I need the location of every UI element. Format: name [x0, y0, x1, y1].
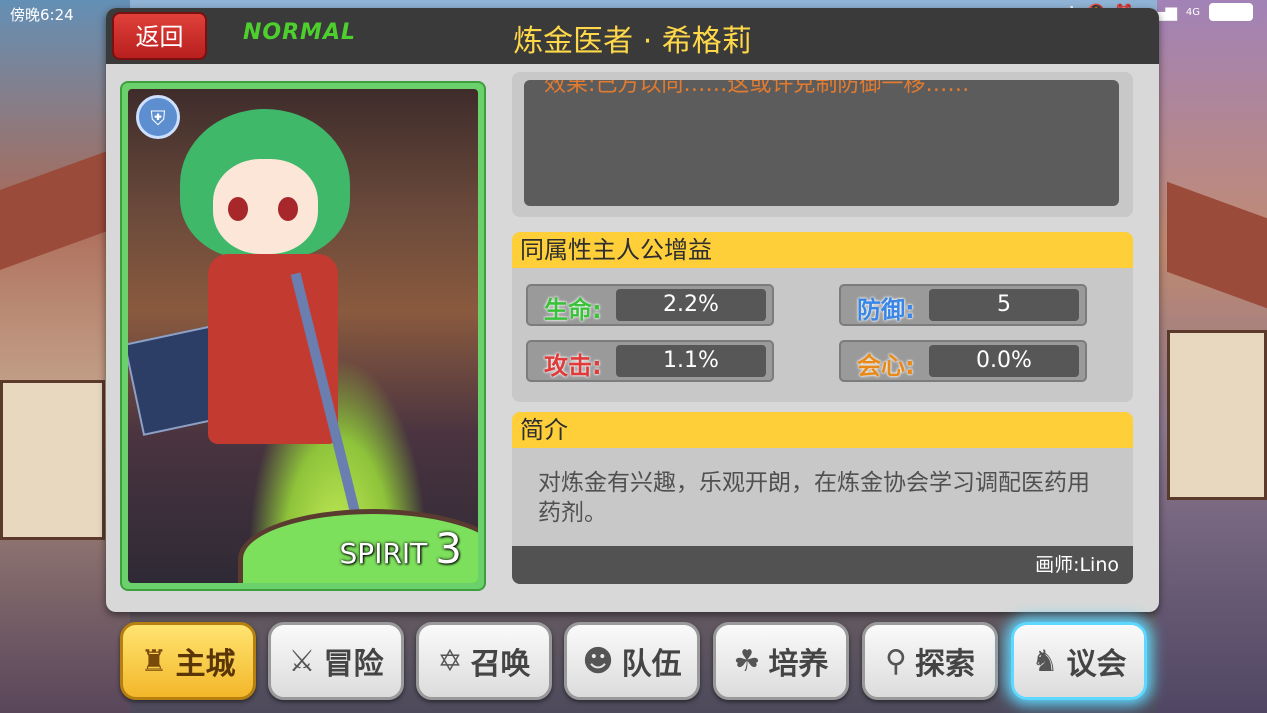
castle-icon: ♜: [140, 643, 168, 679]
nav-main-city[interactable]: ♜ 主城: [120, 622, 256, 700]
hexagram-icon: ✡: [437, 643, 463, 679]
intro-heading: 简介: [512, 412, 1133, 448]
explore-icon: ⚲: [885, 643, 907, 679]
nav-training[interactable]: ☘ 培养: [713, 622, 849, 700]
roof: [0, 149, 110, 271]
bonus-heading: 同属性主人公增益: [512, 232, 1133, 268]
intro-text: 对炼金有兴趣，乐观开朗，在炼金协会学习调配医药用药剂。: [538, 470, 1090, 526]
artist-credit: 画师:Lino: [512, 546, 1133, 584]
shield-icon: ⛨: [136, 95, 180, 139]
status-time: 傍晚6:24: [10, 6, 74, 24]
stat-hp: 生命: 2.2%: [526, 284, 774, 326]
background-town-right: [1157, 0, 1267, 713]
stat-defense-value: 5: [929, 289, 1079, 321]
team-icon: ☻: [582, 643, 614, 679]
nav-label: 队伍: [621, 647, 682, 682]
nav-label: 召唤: [470, 647, 531, 682]
stat-crit-value: 0.0%: [929, 345, 1079, 377]
nav-summon[interactable]: ✡ 召唤: [416, 622, 552, 700]
battery-icon: [1209, 3, 1253, 21]
skill-text: 效果:己方以同……这或许克制防御一移……: [544, 80, 970, 97]
stat-attack-value: 1.1%: [616, 345, 766, 377]
intro-section: 简介 对炼金有兴趣，乐观开朗，在炼金协会学习调配医药用药剂。 画师:Lino: [512, 412, 1133, 584]
card-type-label: SPIRIT: [339, 537, 428, 570]
stat-hp-value: 2.2%: [616, 289, 766, 321]
back-button[interactable]: 返回: [112, 12, 207, 60]
nav-council[interactable]: ♞ 议会: [1011, 622, 1147, 700]
card-rank: 3: [435, 524, 462, 573]
nav-adventure[interactable]: ⚔ 冒险: [268, 622, 404, 700]
character-detail-panel: 炼金医者 · 希格莉 返回 NORMAL ⛨ SPIRIT 3 效果:己方以同………: [106, 8, 1159, 612]
stat-crit: 会心: 0.0%: [839, 340, 1087, 382]
stat-defense: 防御: 5: [839, 284, 1087, 326]
nav-label: 培养: [768, 647, 829, 682]
nav-label: 议会: [1066, 647, 1127, 682]
attribute-bonus-section: 同属性主人公增益 生命: 2.2% 防御: 5 攻击: 1.1% 会心: 0.0…: [512, 232, 1133, 402]
character-eye: [228, 197, 248, 221]
skill-text-area[interactable]: 效果:己方以同……这或许克制防御一移……: [524, 80, 1119, 206]
character-card[interactable]: ⛨ SPIRIT 3: [120, 81, 486, 591]
training-icon: ☘: [733, 643, 761, 679]
roof: [1167, 181, 1267, 309]
network-type: 4G: [1185, 6, 1200, 18]
nav-label: 冒险: [323, 647, 384, 682]
stat-attack: 攻击: 1.1%: [526, 340, 774, 382]
nav-label: 探索: [914, 647, 975, 682]
card-type-rank: SPIRIT 3: [340, 524, 462, 573]
character-illustration: ⛨ SPIRIT 3: [128, 89, 478, 583]
skill-description-box[interactable]: 效果:己方以同……这或许克制防御一移……: [512, 72, 1133, 217]
stat-attack-label: 攻击:: [544, 352, 602, 380]
difficulty-mode-label: NORMAL: [243, 20, 356, 45]
stat-crit-label: 会心:: [857, 352, 915, 380]
nav-label: 主城: [175, 647, 236, 682]
stat-defense-label: 防御:: [857, 296, 915, 324]
council-icon: ♞: [1031, 643, 1059, 679]
character-eye: [278, 197, 298, 221]
house-wall: [0, 380, 105, 540]
stat-hp-label: 生命:: [544, 296, 602, 324]
nav-explore[interactable]: ⚲ 探索: [862, 622, 998, 700]
nav-team[interactable]: ☻ 队伍: [564, 622, 700, 700]
crossed-swords-icon: ⚔: [288, 643, 316, 679]
house-wall: [1167, 330, 1267, 500]
panel-header: 炼金医者 · 希格莉 返回 NORMAL: [106, 8, 1159, 64]
